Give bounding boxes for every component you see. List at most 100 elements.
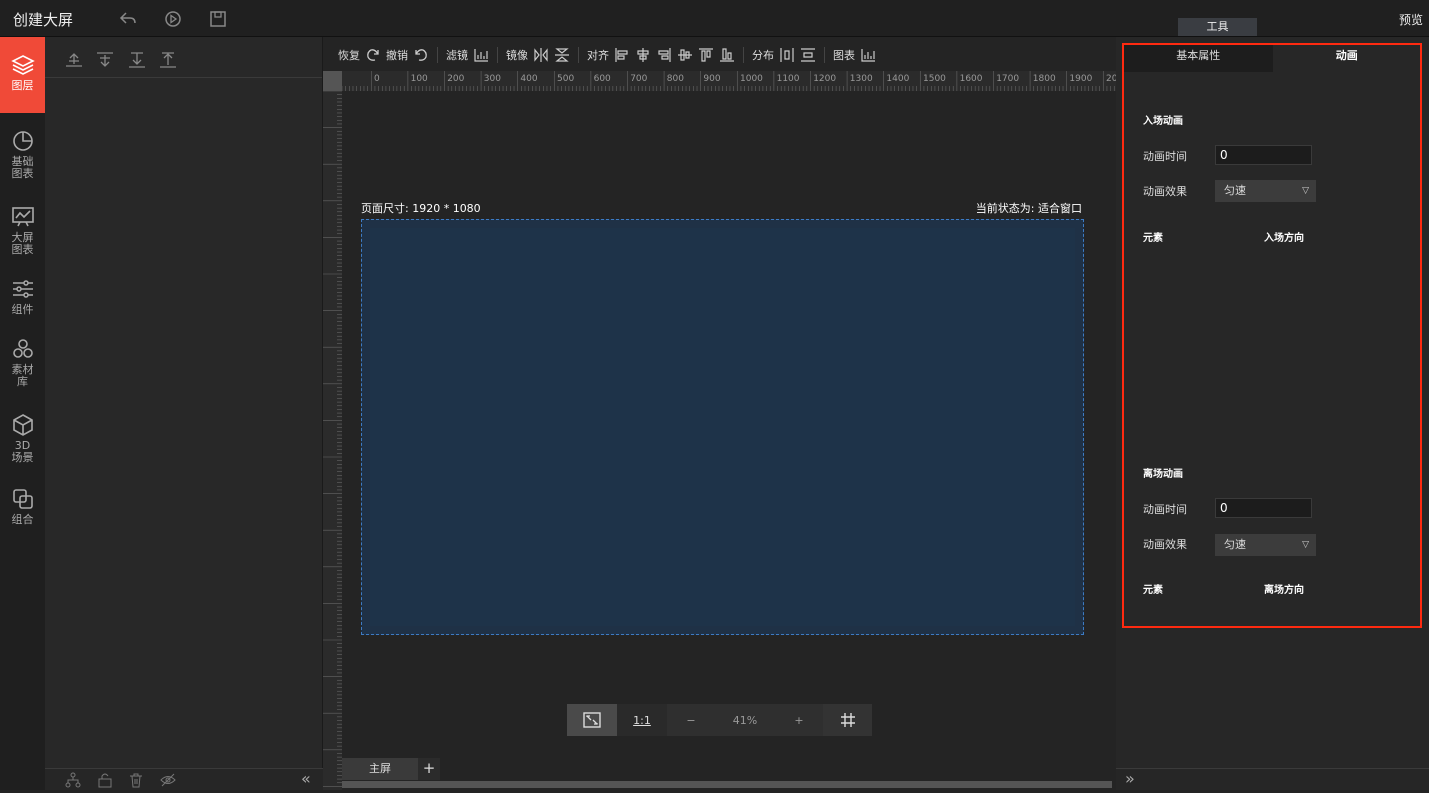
distribute-label[interactable]: 分布 <box>752 47 774 63</box>
align-label[interactable]: 对齐 <box>587 47 609 63</box>
align-top-icon[interactable] <box>698 47 714 63</box>
undo-icon[interactable] <box>413 47 429 63</box>
nav-item-label: 3D场景 <box>11 439 34 464</box>
zoom-out-button[interactable]: − <box>667 704 715 736</box>
fit-window-button[interactable] <box>567 704 617 736</box>
ruler-label: 1700 <box>996 74 1019 84</box>
edit-toolbar: 恢复 撤销 滤镜 镜像 对齐 分布 图表 <box>338 43 876 67</box>
flip-horizontal-icon[interactable] <box>533 47 549 63</box>
align-bottom-icon[interactable] <box>719 47 735 63</box>
distribute-horizontal-icon[interactable] <box>779 47 795 63</box>
leave-animation-title: 离场动画 <box>1143 469 1183 480</box>
nav-item-label: 图层 <box>11 79 34 92</box>
chart-icon[interactable] <box>860 47 876 63</box>
align-center-h-icon[interactable] <box>635 47 651 63</box>
collapse-right-icon[interactable]: » <box>1125 770 1135 788</box>
right-panel-bottom-bar: » <box>1116 768 1429 790</box>
nav-item-label: 大屏图表 <box>11 231 34 256</box>
chevron-down-icon: ▽ <box>1302 540 1309 550</box>
pie-chart-icon <box>12 131 33 151</box>
hierarchy-icon[interactable] <box>65 772 81 788</box>
ruler-label: 1800 <box>1033 74 1056 84</box>
actual-size-button[interactable]: 1:1 <box>617 704 667 736</box>
zoom-in-button[interactable]: + <box>775 704 823 736</box>
layer-toolbar <box>45 37 322 78</box>
align-center-v-icon[interactable] <box>677 47 693 63</box>
leave-effect-select[interactable]: 匀速 ▽ <box>1215 534 1316 556</box>
flip-vertical-icon[interactable] <box>554 47 570 63</box>
chart-label[interactable]: 图表 <box>833 47 855 63</box>
leave-time-input[interactable] <box>1215 498 1312 518</box>
page-size-label: 页面尺寸: 1920 * 1080 <box>361 202 481 215</box>
fit-screen-icon <box>583 712 601 728</box>
canvas-stage[interactable] <box>361 219 1084 635</box>
undo-label[interactable]: 撤销 <box>386 47 408 63</box>
back-icon[interactable] <box>118 9 138 29</box>
toolbar-divider <box>578 47 579 63</box>
grid-toggle-button[interactable] <box>823 704 872 736</box>
redo-icon[interactable] <box>365 47 381 63</box>
nav-item-components[interactable]: 组件 <box>0 277 45 316</box>
enter-effect-select[interactable]: 匀速 ▽ <box>1215 180 1316 202</box>
distribute-vertical-icon[interactable] <box>800 47 816 63</box>
play-icon[interactable] <box>163 9 183 29</box>
nav-item-group[interactable]: 组合 <box>0 487 45 526</box>
nav-item-label: 组合 <box>11 513 34 526</box>
tab-animation[interactable]: 动画 <box>1272 43 1421 72</box>
ruler-label: 800 <box>667 74 684 84</box>
move-bottom-icon[interactable] <box>159 51 177 69</box>
leave-time-label: 动画时间 <box>1143 503 1187 516</box>
ruler-label: 200 <box>447 74 464 84</box>
enter-time-label: 动画时间 <box>1143 150 1187 163</box>
ruler-label: 700 <box>630 74 647 84</box>
add-screen-button[interactable]: + <box>418 758 440 780</box>
ruler-corner <box>323 71 342 91</box>
mirror-label[interactable]: 镜像 <box>506 47 528 63</box>
nav-item-assets[interactable]: 素材库 <box>0 337 45 388</box>
nav-item-3d-scene[interactable]: 3D场景 <box>0 413 45 464</box>
view-state-label: 当前状态为: 适合窗口 <box>975 202 1082 215</box>
enter-element-header: 元素 <box>1143 233 1163 244</box>
preview-button[interactable]: 预览 <box>1399 11 1423 28</box>
enter-effect-value: 匀速 <box>1224 184 1246 197</box>
align-right-icon[interactable] <box>656 47 672 63</box>
nav-item-label: 素材库 <box>11 363 34 388</box>
ruler-label: 1500 <box>923 74 946 84</box>
nav-item-label: 组件 <box>11 303 34 316</box>
screen-tab-main[interactable]: 主屏 <box>342 758 418 780</box>
filter-chart-icon[interactable] <box>473 47 489 63</box>
vertical-ruler <box>323 90 342 790</box>
move-up-icon[interactable] <box>96 51 114 69</box>
chevron-down-icon: ▽ <box>1302 186 1309 196</box>
layer-panel: « <box>45 37 323 790</box>
ruler-label: 1100 <box>777 74 800 84</box>
move-top-icon[interactable] <box>65 51 83 69</box>
leave-effect-value: 匀速 <box>1224 538 1246 551</box>
ruler-label: 900 <box>703 74 720 84</box>
redo-label[interactable]: 恢复 <box>338 47 360 63</box>
enter-direction-header: 入场方向 <box>1264 233 1304 244</box>
screen-tabs: 主屏 + <box>342 758 440 780</box>
move-down-icon[interactable] <box>128 51 146 69</box>
ruler-label: 1300 <box>850 74 873 84</box>
enter-time-input[interactable] <box>1215 145 1312 165</box>
horizontal-ruler: 0 100 200 300 400 500 600 700 800 900 1000 1100 1200… <box>341 71 1118 91</box>
collapse-left-icon[interactable]: « <box>301 771 317 787</box>
delete-icon[interactable] <box>128 772 144 788</box>
align-left-icon[interactable] <box>614 47 630 63</box>
hide-icon[interactable] <box>160 772 176 788</box>
horizontal-scrollbar[interactable] <box>342 781 1112 788</box>
tab-basic-properties[interactable]: 基本属性 <box>1124 43 1273 72</box>
ruler-label: 600 <box>594 74 611 84</box>
ruler-label: 400 <box>520 74 537 84</box>
nav-item-layers[interactable]: 图层 <box>0 37 45 113</box>
save-icon[interactable] <box>208 9 228 29</box>
zoom-level: 41% <box>715 704 775 736</box>
filter-label[interactable]: 滤镜 <box>446 47 468 63</box>
tools-tab[interactable]: 工具 <box>1178 18 1257 36</box>
lock-icon[interactable] <box>97 772 113 788</box>
nav-item-basic-chart[interactable]: 基础图表 <box>0 129 45 180</box>
toolbar-divider <box>437 47 438 63</box>
ruler-label: 1400 <box>886 74 909 84</box>
nav-item-screen-chart[interactable]: 大屏图表 <box>0 205 45 256</box>
